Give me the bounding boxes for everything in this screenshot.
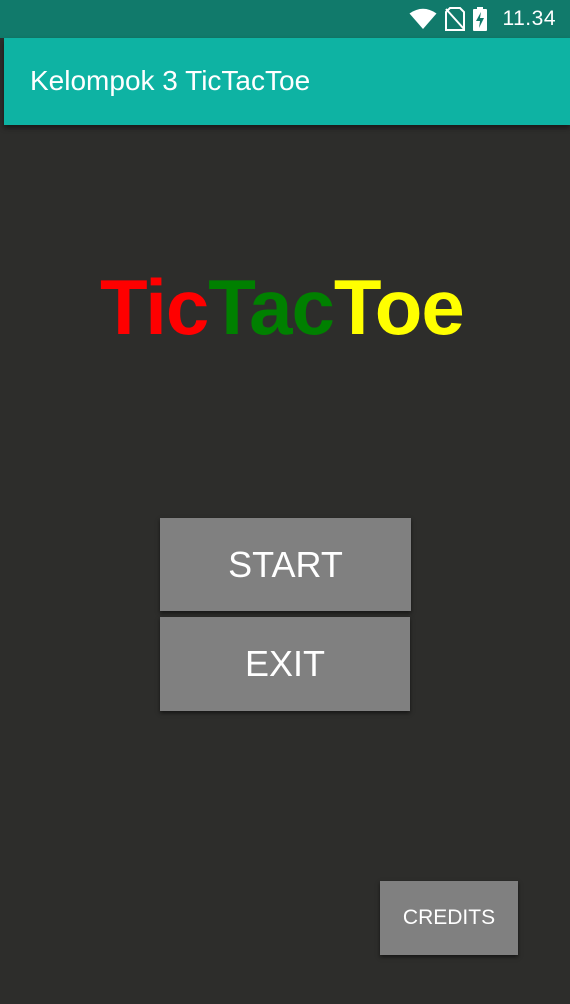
start-button[interactable]: START bbox=[160, 518, 411, 611]
no-sim-icon bbox=[444, 7, 465, 31]
battery-charging-icon bbox=[472, 7, 487, 31]
credits-button[interactable]: CREDITS bbox=[380, 881, 518, 955]
app-title: Kelompok 3 TicTacToe bbox=[30, 65, 311, 96]
app-bar: Kelompok 3 TicTacToe bbox=[4, 38, 570, 125]
status-bar: 11.34 bbox=[0, 0, 570, 38]
logo-word-toe: Toe bbox=[333, 263, 465, 351]
game-logo: TicTacToe bbox=[100, 262, 500, 352]
exit-button[interactable]: EXIT bbox=[160, 617, 410, 711]
status-icons: 11.34 bbox=[409, 6, 557, 32]
status-clock: 11.34 bbox=[502, 7, 556, 30]
logo-word-tac: Tac bbox=[208, 263, 335, 351]
logo-word-tic: Tic bbox=[100, 263, 209, 351]
wifi-icon bbox=[409, 8, 437, 30]
